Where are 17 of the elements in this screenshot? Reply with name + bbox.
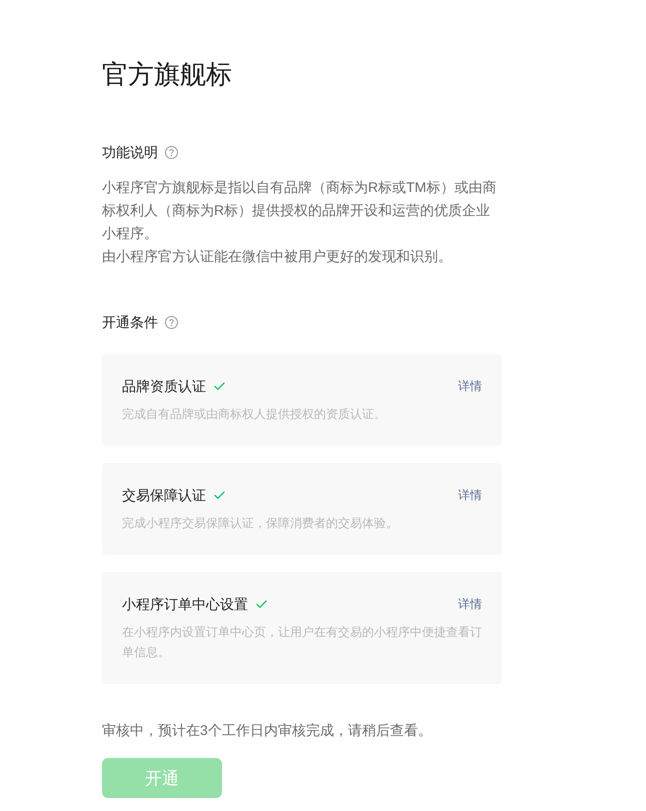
condition-description: 完成小程序交易保障认证，保障消费者的交易体验。 — [122, 515, 399, 532]
status-text: 审核中，预计在3个工作日内审核完成，请稍后查看。 — [102, 721, 433, 740]
section-heading: 功能说明 — [102, 143, 158, 162]
condition-title: 交易保障认证 — [122, 486, 206, 505]
description-paragraph: 小程序官方旗舰标是指以自有品牌（商标为R标或TM标）或由商标权利人（商标为R标）提供授权的品牌开设和运营的优质企业小程序。 — [102, 178, 498, 243]
details-link[interactable]: 详情 — [458, 485, 482, 505]
details-link[interactable]: 详情 — [458, 594, 482, 614]
details-link[interactable]: 详情 — [458, 376, 482, 396]
condition-description: 完成自有品牌或由商标权人提供授权的资质认证。 — [122, 406, 387, 423]
condition-title: 品牌资质认证 — [122, 377, 206, 396]
section-heading: 开通条件 — [102, 313, 158, 332]
condition-title: 小程序订单中心设置 — [122, 595, 248, 614]
page-title: 官方旗舰标 — [102, 58, 233, 91]
help-icon[interactable] — [165, 146, 178, 158]
help-icon[interactable] — [165, 316, 178, 328]
condition-description: 在小程序内设置订单中心页，让用户在有交易的小程序中便捷查看订单信息。 — [122, 624, 482, 661]
description-paragraph: 由小程序官方认证能在微信中被用户更好的发现和识别。 — [102, 247, 453, 266]
